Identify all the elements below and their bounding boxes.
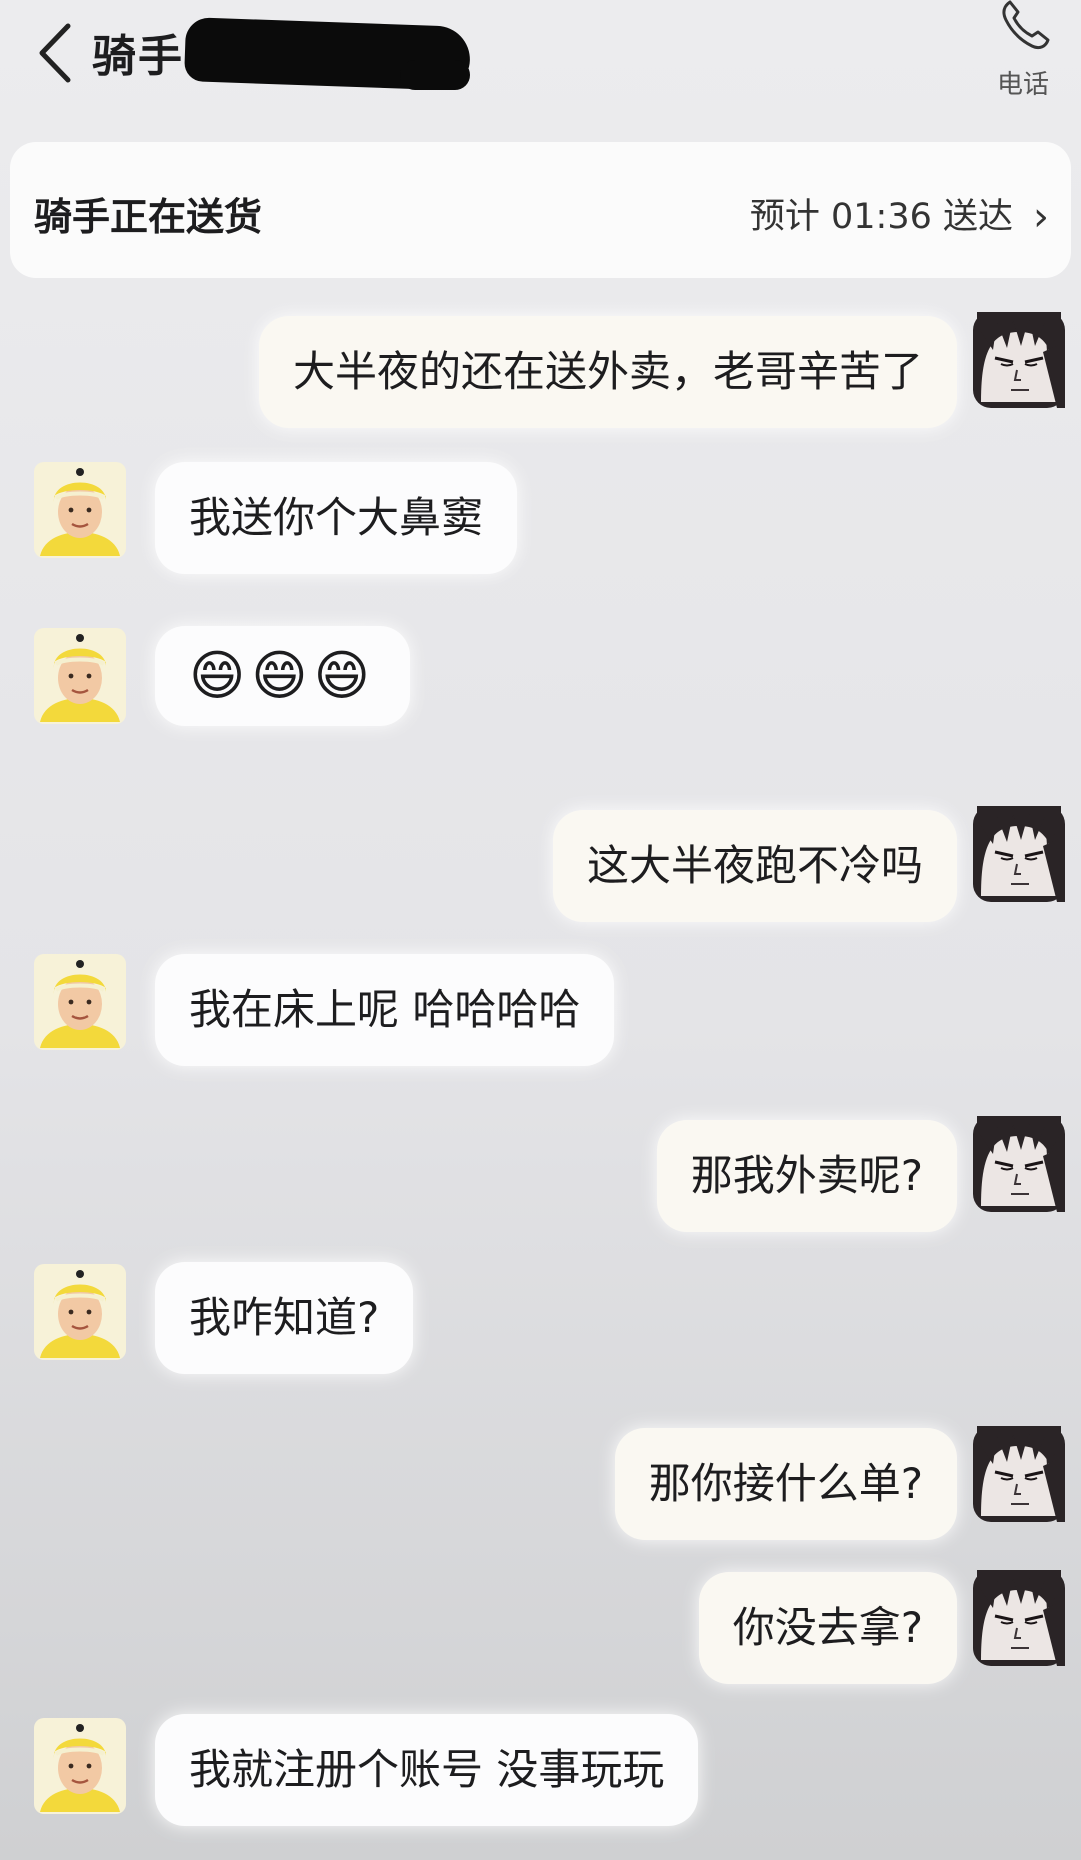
chevron-left-icon [39,23,71,83]
user-avatar[interactable] [973,1426,1065,1522]
rider-face-icon [34,462,126,558]
user-face-icon [973,1116,1065,1212]
user-avatar[interactable] [973,806,1065,902]
rider-face-icon [34,954,126,1050]
rider-face-icon [34,1718,126,1814]
message-bubble-outgoing[interactable]: 你没去拿? [698,1572,957,1684]
back-button[interactable] [32,18,82,88]
redaction-mark-tail [400,60,470,90]
delivery-status-text: 骑手正在送货 [34,195,263,239]
user-face-icon [973,1570,1065,1666]
message-bubble-outgoing[interactable]: 那我外卖呢? [656,1120,957,1232]
message-bubble-outgoing[interactable]: 那你接什么单? [614,1428,957,1540]
rider-face-icon [34,628,126,724]
chat-title: 骑手 [92,31,184,82]
user-avatar[interactable] [973,1570,1065,1666]
rider-avatar[interactable] [34,1718,126,1814]
message-bubble-outgoing[interactable]: 这大半夜跑不冷吗 [552,810,957,922]
top-bar: 骑手 电话 [0,0,1081,120]
call-button[interactable]: 电话 [983,0,1063,110]
rider-avatar[interactable] [34,628,126,724]
user-face-icon [973,806,1065,902]
user-face-icon [973,312,1065,408]
call-label: 电话 [996,70,1049,100]
message-bubble-incoming[interactable]: 我咋知道? [155,1262,414,1374]
user-avatar[interactable] [973,312,1065,408]
phone-icon [1002,0,1050,50]
message-bubble-incoming[interactable]: 我在床上呢 哈哈哈哈 [155,954,615,1066]
rider-avatar[interactable] [34,1264,126,1360]
eta-link[interactable]: 预计 01:36 送达 › [750,188,1049,240]
chevron-right-icon: › [1033,194,1049,240]
delivery-status-card[interactable]: 骑手正在送货 预计 01:36 送达 › [10,142,1071,278]
rider-avatar[interactable] [34,954,126,1050]
message-bubble-incoming[interactable]: 我送你个大鼻窦 [155,462,518,574]
message-bubble-outgoing[interactable]: 大半夜的还在送外卖，老哥辛苦了 [258,316,957,428]
message-bubble-incoming[interactable]: 我就注册个账号 没事玩玩 [155,1714,699,1826]
rider-avatar[interactable] [34,462,126,558]
user-avatar[interactable] [973,1116,1065,1212]
rider-face-icon [34,1264,126,1360]
message-bubble-incoming-emoji[interactable]: 😄😄😄 [155,626,410,726]
user-face-icon [973,1426,1065,1522]
eta-text: 预计 01:36 送达 [749,197,1013,237]
